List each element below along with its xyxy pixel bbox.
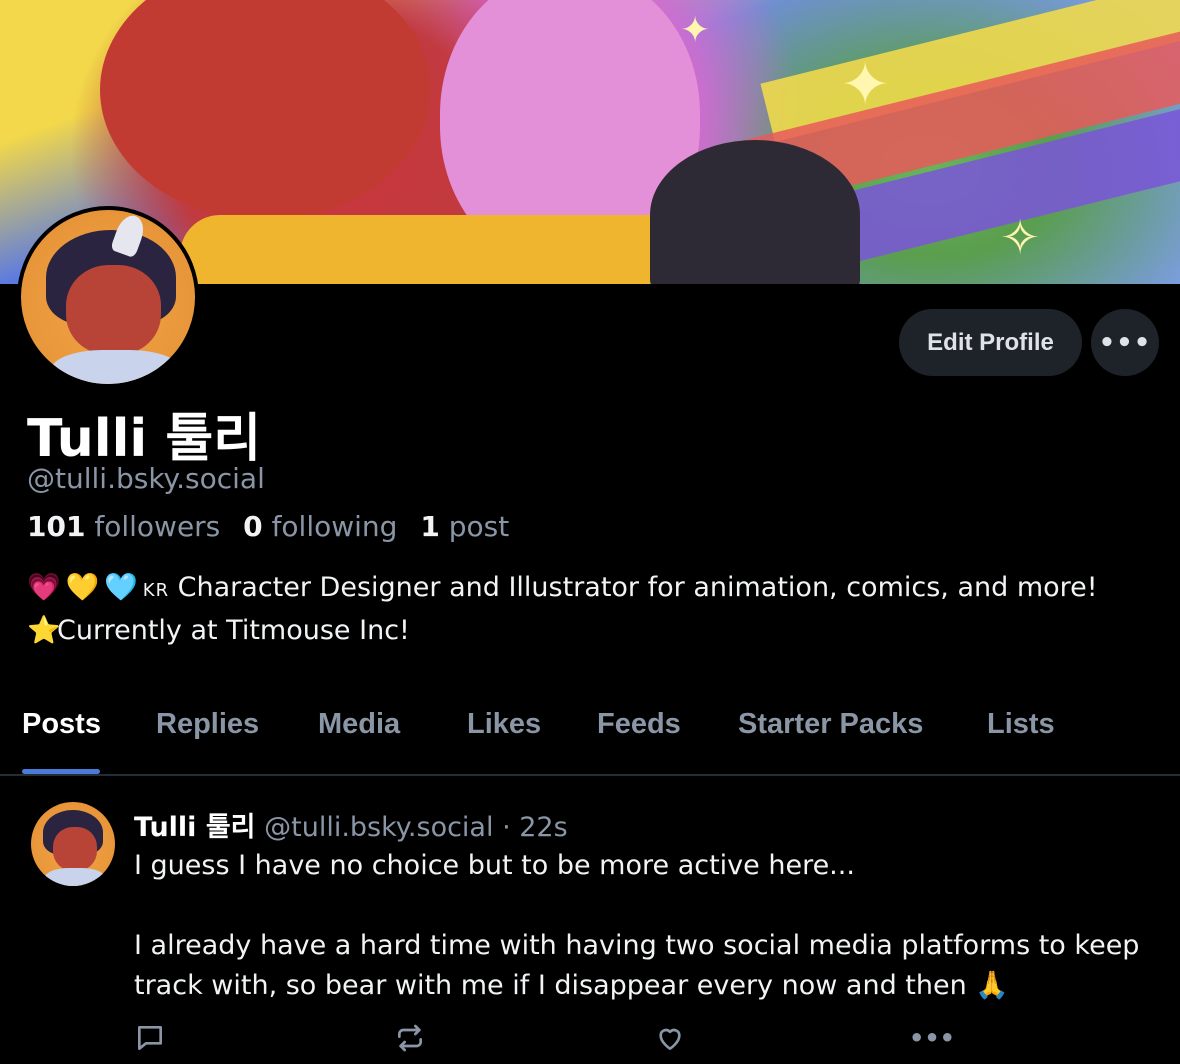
profile-stats: 101 followers 0 following 1 post	[27, 510, 509, 543]
post-text-segment: track with, so bear with me if I disappe…	[134, 970, 976, 1001]
repost-icon	[398, 1024, 422, 1052]
profile-bio: 💗 💛 🩵 KR Character Designer and Illustra…	[27, 568, 1157, 651]
post-author-avatar[interactable]	[31, 802, 115, 886]
bio-line-2: ⭐Currently at Titmouse Inc!	[27, 611, 1157, 651]
tab-media[interactable]: Media	[318, 708, 400, 741]
pink-heart-icon: 💗	[27, 572, 61, 603]
bio-text-1: Character Designer and Illustrator for a…	[169, 572, 1098, 603]
followers-label: followers	[94, 510, 221, 543]
tab-starter-packs[interactable]: Starter Packs	[738, 708, 923, 741]
edit-profile-button[interactable]: Edit Profile	[899, 309, 1082, 376]
profile-tabs: Posts Replies Media Likes Feeds Starter …	[0, 700, 1180, 776]
sparkle-icon: ✧	[1000, 210, 1041, 266]
profile-more-button[interactable]: •••	[1091, 309, 1159, 376]
following-count: 0	[243, 510, 263, 543]
reply-button[interactable]	[130, 1018, 170, 1058]
like-button[interactable]	[650, 1018, 690, 1058]
post-separator: ·	[493, 812, 520, 843]
tab-posts[interactable]: Posts	[22, 708, 101, 741]
profile-handle: @tulli.bsky.social	[27, 462, 265, 495]
profile-page: ✦ ✦ ✧ Edit Profile ••• Tulli 툴리 @tulli.b…	[0, 0, 1180, 1064]
posts-count: 1	[420, 510, 440, 543]
posts-count-stat: 1 post	[420, 510, 509, 543]
yellow-heart-icon: 💛	[65, 572, 100, 603]
post-body: I guess I have no choice but to be more …	[134, 846, 1164, 1006]
star-icon: ⭐	[27, 615, 61, 646]
following-link[interactable]: 0 following	[243, 510, 397, 543]
bio-line-1: 💗 💛 🩵 KR Character Designer and Illustra…	[27, 568, 1157, 611]
post-author-name[interactable]: Tulli 툴리	[134, 812, 256, 843]
speech-bubble-icon	[138, 1026, 162, 1050]
post-text-line: I already have a hard time with having t…	[134, 930, 1140, 961]
tab-feeds[interactable]: Feeds	[597, 708, 681, 741]
post-text-line: track with, so bear with me if I disappe…	[134, 966, 1164, 1006]
avatar-face	[66, 265, 161, 355]
post-author-handle[interactable]: @tulli.bsky.social	[264, 812, 493, 843]
avatar-shirt	[51, 350, 181, 384]
banner-jacket	[180, 215, 720, 284]
tab-lists[interactable]: Lists	[987, 708, 1055, 741]
display-name: Tulli 툴리	[27, 409, 262, 469]
followers-count: 101	[27, 510, 86, 543]
post-header: Tulli 툴리 @tulli.bsky.social · 22s	[134, 805, 568, 844]
tab-likes[interactable]: Likes	[467, 708, 541, 741]
praying-hands-icon: 🙏	[975, 970, 1009, 1001]
post-text-line: I guess I have no choice but to be more …	[134, 850, 855, 881]
banner-figure-left	[100, 0, 430, 220]
tab-replies[interactable]: Replies	[156, 708, 259, 741]
post-actions: •••	[0, 1018, 1180, 1062]
post-timestamp[interactable]: 22s	[519, 812, 567, 843]
posts-label: post	[448, 510, 510, 543]
profile-avatar[interactable]	[17, 206, 199, 388]
sparkle-icon: ✦	[680, 10, 711, 51]
post-more-button[interactable]: •••	[908, 1018, 956, 1058]
active-tab-indicator	[22, 769, 100, 774]
repost-button[interactable]	[390, 1018, 430, 1058]
avatar-face	[53, 827, 97, 871]
bio-text-2: Currently at Titmouse Inc!	[57, 615, 410, 646]
avatar-shirt	[45, 868, 105, 886]
followers-link[interactable]: 101 followers	[27, 510, 220, 543]
following-label: following	[271, 510, 398, 543]
heart-icon	[659, 1028, 681, 1050]
kr-flag-icon: KR	[142, 580, 170, 601]
ellipsis-icon: •••	[908, 1024, 956, 1052]
ellipsis-icon: •••	[1098, 327, 1152, 358]
light-blue-heart-icon: 🩵	[104, 572, 138, 603]
banner-claw	[650, 140, 860, 284]
sparkle-icon: ✦	[840, 50, 891, 120]
